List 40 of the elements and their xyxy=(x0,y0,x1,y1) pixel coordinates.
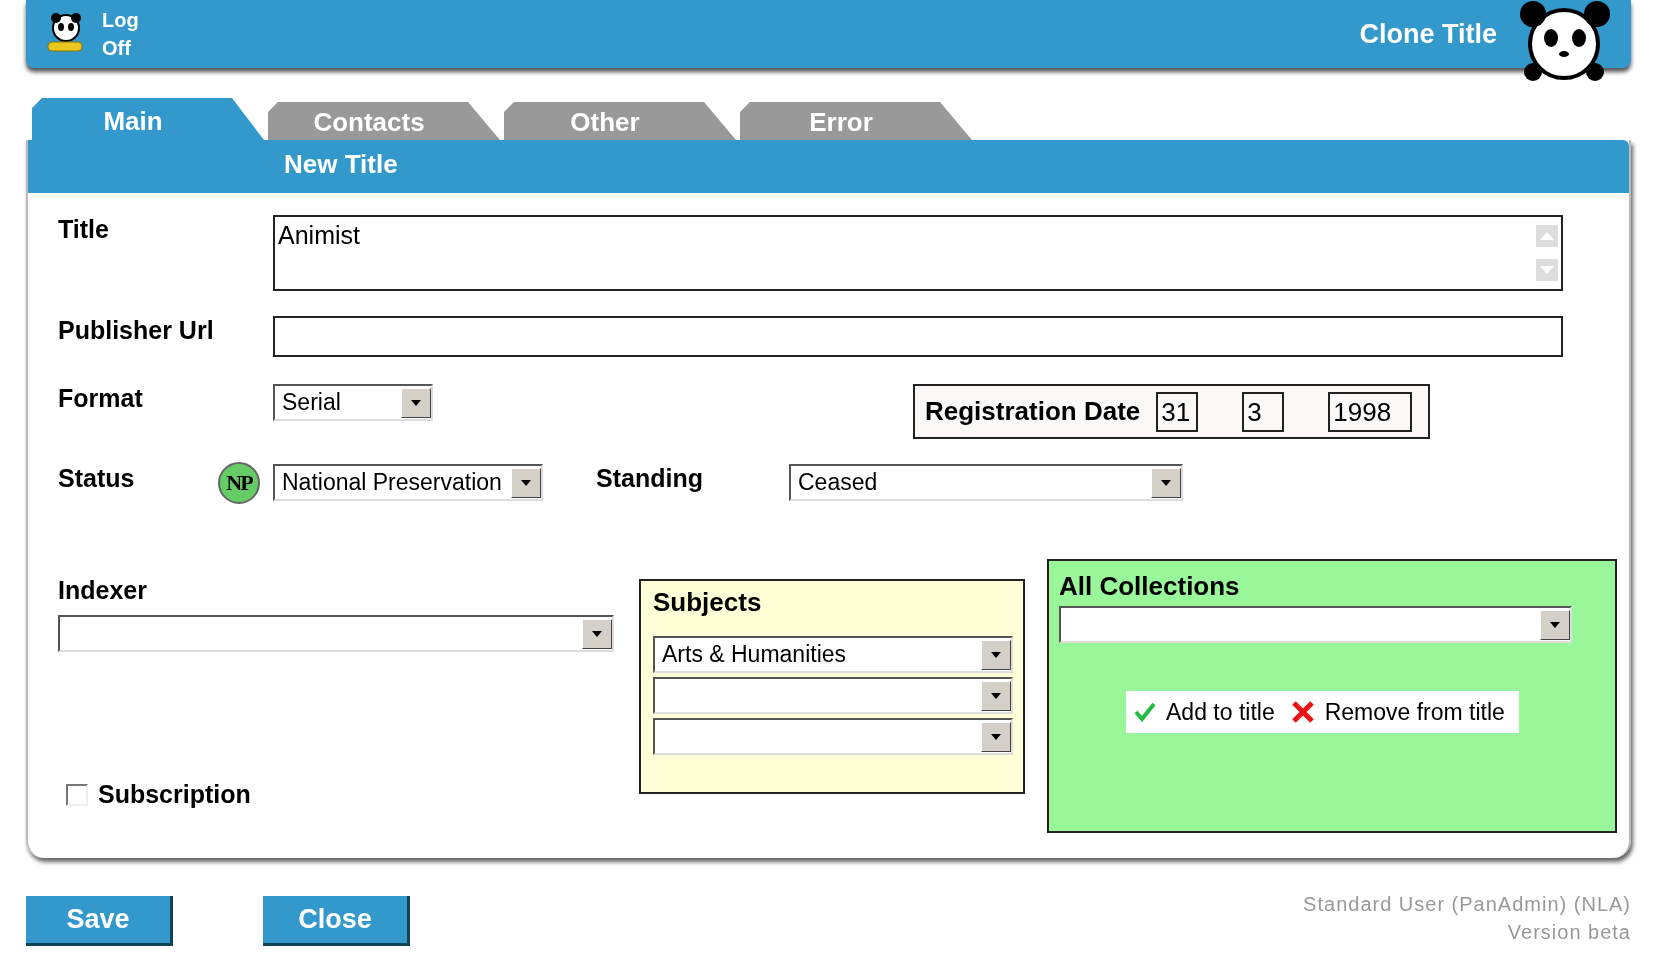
status-dropdown[interactable]: National Preservation xyxy=(273,464,543,501)
year-field[interactable]: 1998 xyxy=(1328,391,1413,432)
caret-icon xyxy=(991,733,1001,740)
publisher-url-field[interactable] xyxy=(273,316,1563,357)
subscription-checkbox[interactable] xyxy=(66,783,88,806)
page-title: Clone Title xyxy=(1359,18,1497,50)
panel-title: All Collections xyxy=(1059,571,1241,602)
caret-icon xyxy=(991,651,1001,658)
standing-dropdown[interactable]: Ceased xyxy=(789,464,1183,501)
caret-icon xyxy=(411,399,421,406)
section-title: New Title xyxy=(28,140,1629,193)
checkbox-label: Subscription xyxy=(98,780,252,809)
caret-icon xyxy=(1161,479,1171,486)
collections-dropdown[interactable] xyxy=(1059,606,1572,643)
panel-title: Subjects xyxy=(653,587,763,618)
subject-dropdown[interactable]: Arts & Humanities xyxy=(653,636,1013,673)
field-label: Publisher Url xyxy=(58,316,215,345)
day-field[interactable]: 31 xyxy=(1156,391,1199,432)
user-info: Standard User (PanAdmin) (NLA) xyxy=(1303,892,1631,917)
indexer-dropdown[interactable] xyxy=(58,615,614,652)
close-icon xyxy=(1290,700,1315,724)
status-badge: NP xyxy=(218,462,260,504)
month-field[interactable]: 3 xyxy=(1242,391,1285,432)
format-dropdown[interactable]: Serial xyxy=(273,384,433,421)
field-label: Title xyxy=(58,215,110,244)
remove-from-title-link[interactable]: Remove from title xyxy=(1282,698,1513,726)
field-label: Standing xyxy=(596,464,704,493)
field-label: Registration Date xyxy=(925,396,1141,427)
checkmark-icon xyxy=(1134,702,1156,722)
field-label: Format xyxy=(58,384,144,413)
caret-icon xyxy=(521,479,531,486)
caret-icon xyxy=(592,630,602,637)
caret-icon xyxy=(991,692,1001,699)
field-label: Indexer xyxy=(58,576,148,605)
subject-dropdown[interactable] xyxy=(653,677,1013,714)
caret-icon xyxy=(1550,621,1560,628)
add-to-title-link[interactable]: Add to title xyxy=(1126,698,1283,726)
field-label: Status xyxy=(58,464,136,493)
subject-dropdown[interactable] xyxy=(653,718,1013,755)
version-info: Version beta xyxy=(1506,920,1631,945)
